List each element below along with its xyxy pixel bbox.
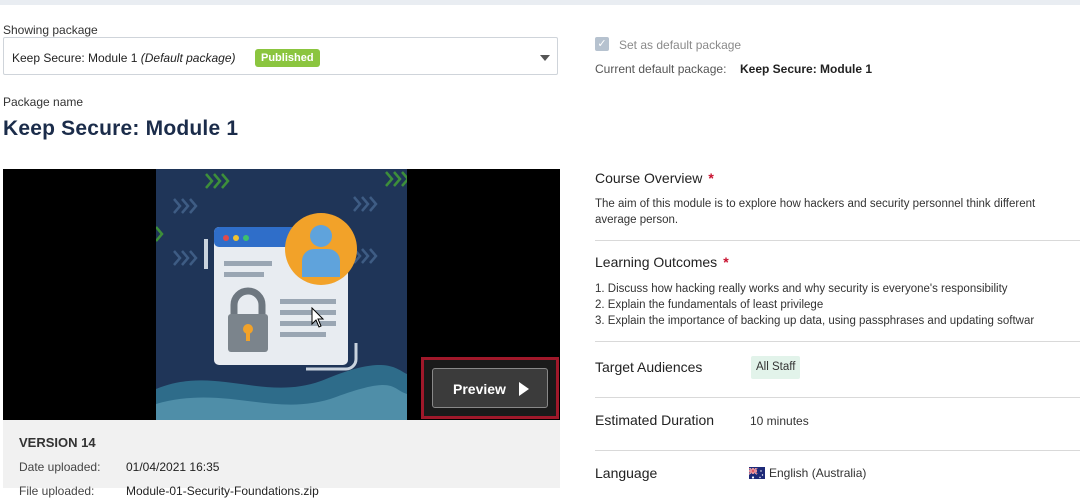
date-uploaded-label: Date uploaded: bbox=[19, 460, 101, 474]
divider bbox=[595, 341, 1080, 342]
preview-button-label: Preview bbox=[453, 381, 506, 397]
learning-outcome-item: 2. Explain the fundamentals of least pri… bbox=[595, 299, 824, 311]
course-overview-text-2: average person. bbox=[595, 214, 679, 226]
file-uploaded-label: File uploaded: bbox=[19, 484, 95, 498]
package-name-label: Package name bbox=[3, 95, 84, 109]
target-audiences-title: Target Audiences bbox=[595, 359, 703, 375]
learning-outcomes-title: Learning Outcomes * bbox=[595, 254, 729, 270]
package-selector-label: Showing package bbox=[3, 23, 98, 37]
page-title: Keep Secure: Module 1 bbox=[3, 117, 239, 140]
published-badge: Published bbox=[255, 49, 320, 67]
divider bbox=[595, 397, 1080, 398]
file-uploaded-value: Module-01-Security-Foundations.zip bbox=[126, 484, 319, 498]
required-marker: * bbox=[708, 170, 714, 186]
package-select[interactable]: Keep Secure: Module 1 (Default package) … bbox=[3, 37, 558, 75]
preview-button[interactable]: Preview bbox=[432, 368, 548, 408]
default-package-checkbox[interactable]: ✓ bbox=[595, 37, 609, 51]
chevron-down-icon[interactable] bbox=[540, 55, 550, 61]
version-title: VERSION 14 bbox=[19, 435, 96, 450]
package-select-value: Keep Secure: Module 1 (Default package) bbox=[12, 51, 236, 65]
course-overview-text: The aim of this module is to explore how… bbox=[595, 198, 1036, 210]
top-bar bbox=[0, 0, 1080, 5]
language-value: English (Australia) bbox=[769, 466, 867, 480]
preview-highlight: Preview bbox=[421, 357, 559, 419]
default-package-checkbox-label: Set as default package bbox=[619, 38, 742, 52]
date-uploaded-value: 01/04/2021 16:35 bbox=[126, 460, 220, 474]
required-marker: * bbox=[723, 254, 729, 270]
audience-tag: All Staff bbox=[751, 356, 801, 379]
play-icon bbox=[519, 382, 529, 396]
language-title: Language bbox=[595, 465, 658, 481]
divider bbox=[595, 240, 1080, 241]
mouse-cursor-icon bbox=[311, 307, 325, 328]
version-panel: VERSION 14 Date uploaded: 01/04/2021 16:… bbox=[3, 420, 560, 498]
current-default-value: Keep Secure: Module 1 bbox=[740, 62, 873, 76]
current-default-label: Current default package: bbox=[595, 62, 727, 76]
course-overview-title: Course Overview * bbox=[595, 170, 714, 186]
australia-flag-icon bbox=[749, 467, 765, 479]
security-illustration-image bbox=[156, 169, 407, 420]
divider bbox=[595, 450, 1080, 451]
learning-outcome-item: 1. Discuss how hacking really works and … bbox=[595, 283, 1008, 295]
learning-outcome-item: 3. Explain the importance of backing up … bbox=[595, 315, 1035, 327]
estimated-duration-value: 10 minutes bbox=[750, 414, 809, 428]
estimated-duration-title: Estimated Duration bbox=[595, 412, 715, 428]
